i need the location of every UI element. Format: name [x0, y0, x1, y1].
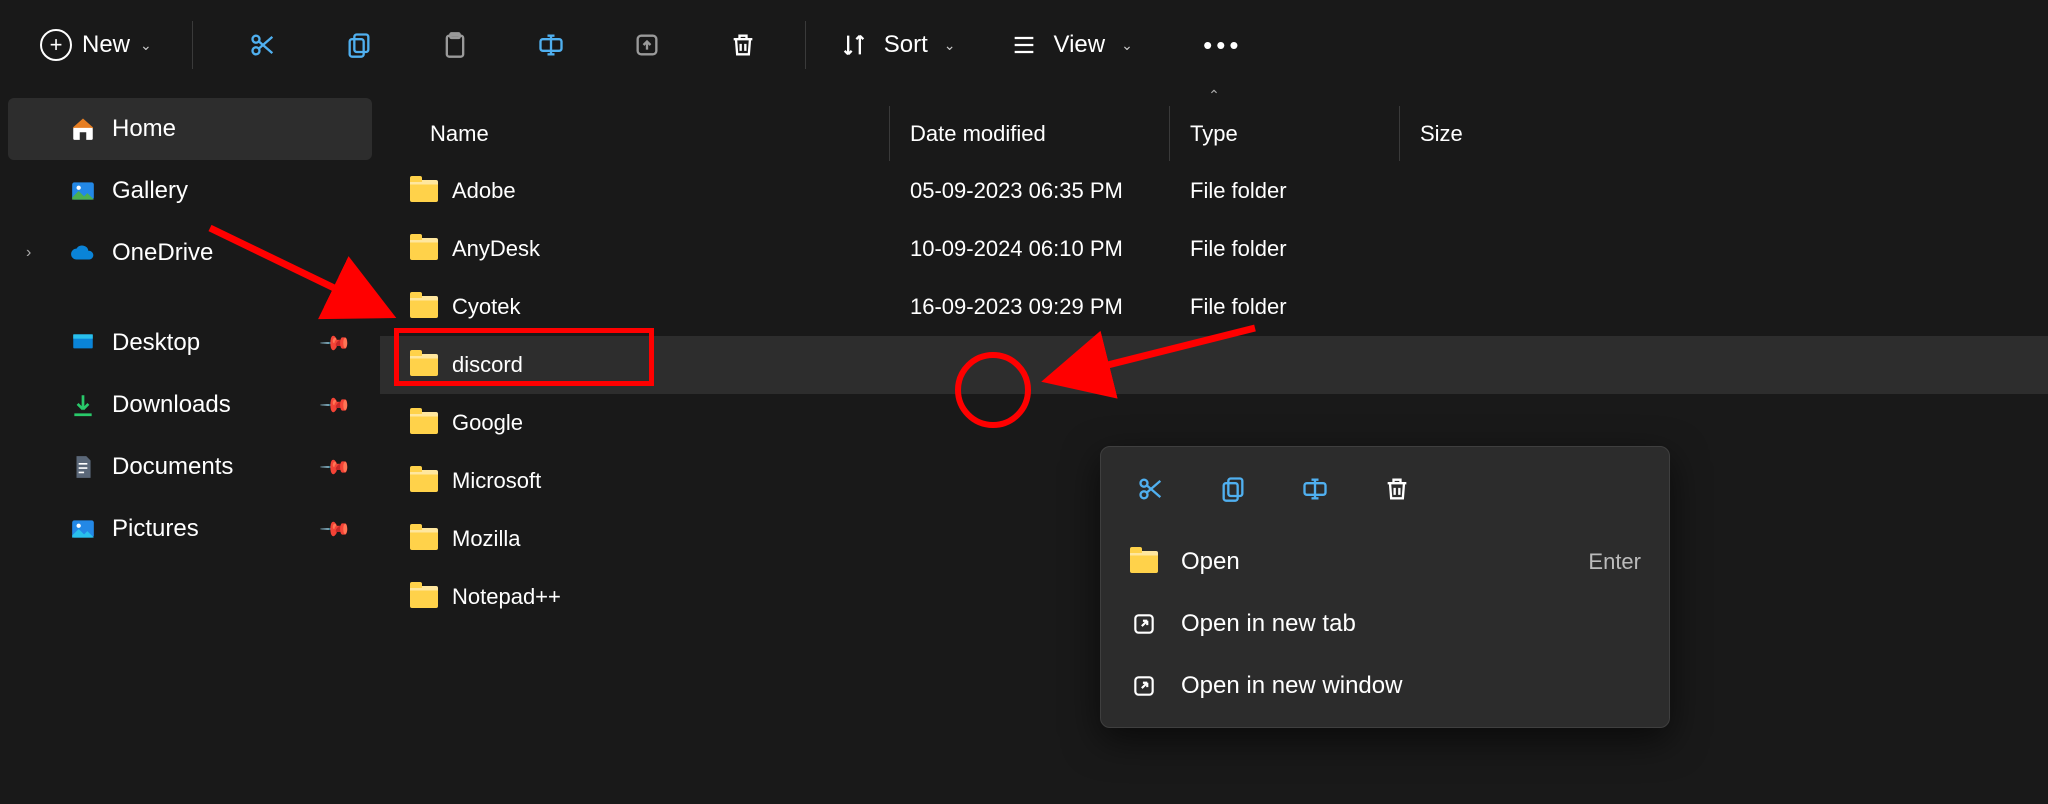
clipboard-icon — [441, 31, 469, 59]
shortcut-label: Enter — [1588, 549, 1641, 575]
chevron-down-icon: ⌄ — [1121, 37, 1133, 54]
more-button[interactable]: ••• — [1195, 17, 1251, 73]
scroll-up-icon[interactable]: ⌃ — [380, 90, 2048, 106]
new-tab-icon — [1129, 609, 1159, 639]
sort-icon — [840, 31, 868, 59]
share-button[interactable] — [619, 17, 675, 73]
pin-icon: 📌 — [318, 511, 353, 546]
toolbar: + New ⌄ Sort ⌄ View ⌄ ••• — [0, 0, 2048, 90]
pictures-icon — [70, 516, 96, 542]
chevron-down-icon: ⌄ — [140, 37, 152, 54]
annotation-box — [394, 328, 654, 386]
view-icon — [1010, 31, 1038, 59]
trash-icon — [729, 31, 757, 59]
copy-button[interactable] — [331, 17, 387, 73]
home-icon — [70, 116, 96, 142]
cut-button[interactable] — [235, 17, 291, 73]
scissors-icon — [249, 31, 277, 59]
separator — [192, 21, 193, 69]
copy-icon — [1219, 475, 1247, 503]
folder-open-icon — [1129, 547, 1159, 577]
chevron-down-icon: ⌄ — [944, 37, 956, 54]
ctx-open-new-window[interactable]: Open in new window — [1101, 655, 1669, 717]
view-button[interactable]: View ⌄ — [998, 17, 1145, 73]
file-row[interactable]: Adobe 05-09-2023 06:35 PM File folder — [380, 162, 2048, 220]
folder-icon — [410, 412, 438, 434]
column-headers: Name Date modified Type Size — [380, 106, 2048, 162]
gallery-icon — [70, 178, 96, 204]
desktop-icon — [70, 330, 96, 356]
plus-icon: + — [40, 29, 72, 61]
folder-icon — [410, 470, 438, 492]
file-row[interactable]: AnyDesk 10-09-2024 06:10 PM File folder — [380, 220, 2048, 278]
trash-icon — [1383, 475, 1411, 503]
new-label: New — [82, 31, 130, 59]
file-area: ⌃ Name Date modified Type Size Adobe 05-… — [380, 90, 2048, 804]
nav-label: OneDrive — [112, 239, 213, 267]
folder-icon — [410, 296, 438, 318]
folder-icon — [410, 238, 438, 260]
sidebar: Home Gallery › OneDrive Deskt — [0, 90, 380, 804]
main: Home Gallery › OneDrive Deskt — [0, 90, 2048, 804]
context-menu: Open Enter Open in new tab Open in new w… — [1100, 446, 1670, 728]
new-button[interactable]: + New ⌄ — [30, 17, 170, 73]
rename-icon — [537, 31, 565, 59]
ctx-delete-button[interactable] — [1375, 467, 1419, 511]
downloads-icon — [70, 392, 96, 418]
file-row[interactable]: Google — [380, 394, 2048, 452]
ctx-open-new-tab[interactable]: Open in new tab — [1101, 593, 1669, 655]
column-name[interactable]: Name — [380, 106, 890, 161]
ellipsis-icon: ••• — [1203, 30, 1242, 61]
documents-icon — [70, 454, 96, 480]
pin-icon: 📌 — [318, 387, 353, 422]
nav-label: Gallery — [112, 177, 188, 205]
column-type[interactable]: Type — [1170, 106, 1400, 161]
share-icon — [633, 31, 661, 59]
copy-icon — [345, 31, 373, 59]
nav-label: Desktop — [112, 329, 200, 357]
rename-button[interactable] — [523, 17, 579, 73]
folder-icon — [410, 586, 438, 608]
sidebar-item-onedrive[interactable]: › OneDrive — [8, 222, 372, 284]
ctx-rename-button[interactable] — [1293, 467, 1337, 511]
separator — [805, 21, 806, 69]
context-icon-bar — [1101, 457, 1669, 531]
cloud-icon — [70, 240, 96, 266]
ctx-open[interactable]: Open Enter — [1101, 531, 1669, 593]
sidebar-item-downloads[interactable]: Downloads 📌 — [8, 374, 372, 436]
sidebar-item-documents[interactable]: Documents 📌 — [8, 436, 372, 498]
pin-icon: 📌 — [318, 325, 353, 360]
view-label: View — [1054, 31, 1106, 59]
nav-label: Documents — [112, 453, 233, 481]
sort-label: Sort — [884, 31, 928, 59]
nav-label: Home — [112, 115, 176, 143]
ctx-cut-button[interactable] — [1129, 467, 1173, 511]
ctx-copy-button[interactable] — [1211, 467, 1255, 511]
rename-icon — [1301, 475, 1329, 503]
folder-icon — [410, 180, 438, 202]
annotation-circle — [955, 352, 1031, 428]
chevron-right-icon: › — [26, 244, 31, 262]
folder-icon — [410, 528, 438, 550]
nav-label: Pictures — [112, 515, 199, 543]
sidebar-item-desktop[interactable]: Desktop 📌 — [8, 312, 372, 374]
sidebar-item-gallery[interactable]: Gallery — [8, 160, 372, 222]
scissors-icon — [1137, 475, 1165, 503]
paste-button[interactable] — [427, 17, 483, 73]
nav-label: Downloads — [112, 391, 231, 419]
column-size[interactable]: Size — [1400, 106, 2048, 161]
sidebar-item-home[interactable]: Home — [8, 98, 372, 160]
delete-button[interactable] — [715, 17, 771, 73]
column-date[interactable]: Date modified — [890, 106, 1170, 161]
sort-button[interactable]: Sort ⌄ — [828, 17, 968, 73]
pin-icon: 📌 — [318, 449, 353, 484]
new-window-icon — [1129, 671, 1159, 701]
sidebar-item-pictures[interactable]: Pictures 📌 — [8, 498, 372, 560]
